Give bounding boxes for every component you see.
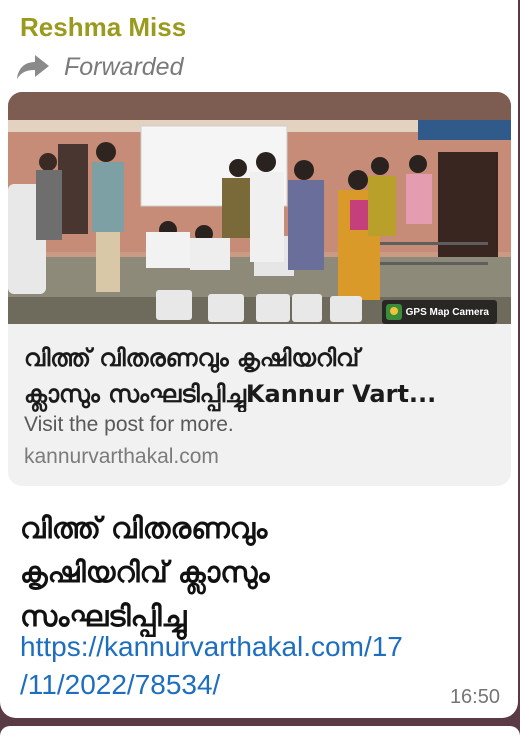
message-text: വിത്ത് വിതരണവും കൃഷിയറിവ് ക്ലാസും സംഘടിപ… xyxy=(20,506,500,638)
message-bubble[interactable]: Reshma Miss Forwarded GPS Map Camera വിത… xyxy=(0,0,518,718)
message-text-line: കൃഷിയറിവ് ക്ലാസും xyxy=(20,555,270,589)
link-preview-photo xyxy=(8,92,511,324)
link-preview-title-line: ക്ലാസും സംഘടിപ്പിച്ചുKannur Vart... xyxy=(24,380,437,408)
next-message-bubble-edge xyxy=(0,726,520,738)
message-text-line: വിത്ത് വിതരണവും xyxy=(20,511,268,545)
gps-map-camera-icon xyxy=(385,304,402,320)
forwarded-indicator: Forwarded xyxy=(16,50,184,84)
forwarded-label: Forwarded xyxy=(64,52,184,81)
link-preview-title[interactable]: വിത്ത് വിതരണവും കൃഷിയറിവ് ക്ലാസും സംഘടിപ… xyxy=(24,340,500,412)
forward-arrow-icon xyxy=(17,55,49,79)
message-link-line[interactable]: https://kannurvarthakal.com/17 xyxy=(20,628,490,666)
link-preview-card[interactable]: GPS Map Camera വിത്ത് വിതരണവും കൃഷിയറിവ്… xyxy=(8,92,511,486)
gps-badge-label: GPS Map Camera xyxy=(405,306,489,318)
link-preview-domain: kannurvarthakal.com xyxy=(24,445,219,468)
message-link-line[interactable]: /11/2022/78534/ xyxy=(20,666,490,704)
link-preview-description: Visit the post for more. xyxy=(24,413,234,436)
message-link[interactable]: https://kannurvarthakal.com/17 /11/2022/… xyxy=(20,628,490,704)
link-preview-title-line: വിത്ത് വിതരണവും കൃഷിയറിവ് xyxy=(24,344,360,372)
gps-map-camera-badge: GPS Map Camera xyxy=(381,300,497,324)
message-timestamp: 16:50 xyxy=(449,686,500,708)
sender-name: Reshma Miss xyxy=(20,12,187,42)
